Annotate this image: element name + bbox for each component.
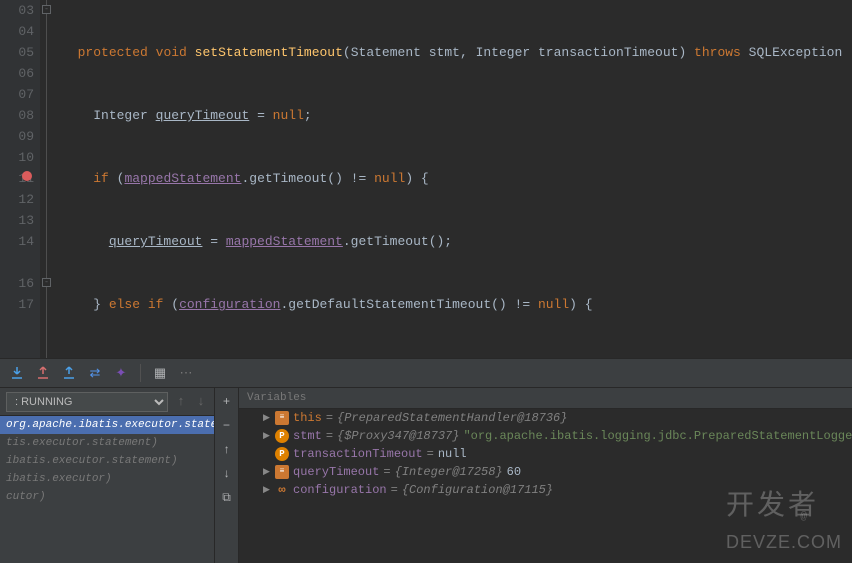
- param-type: Integer: [476, 45, 531, 60]
- copy-icon[interactable]: ⧉: [219, 490, 235, 506]
- var-value: 60: [507, 465, 521, 479]
- keyword: else: [109, 297, 140, 312]
- thread-selector[interactable]: : RUNNING: [6, 392, 168, 412]
- fold-column: - -: [40, 0, 54, 358]
- calculator-icon[interactable]: ▦: [149, 362, 171, 384]
- variable: queryTimeout: [156, 108, 250, 123]
- frame-item[interactable]: ibatis.executor): [0, 470, 214, 488]
- var-name: queryTimeout: [293, 465, 379, 479]
- expand-icon[interactable]: ▶: [263, 467, 271, 477]
- variable-row[interactable]: ▶ ≡ this = {PreparedStatementHandler@187…: [239, 409, 852, 427]
- keyword: null: [374, 171, 405, 186]
- fold-toggle[interactable]: -: [42, 278, 51, 287]
- var-name: stmt: [293, 429, 322, 443]
- down-icon[interactable]: ↓: [219, 466, 235, 482]
- breakpoint-icon[interactable]: [22, 171, 32, 181]
- param-badge-icon: P: [275, 429, 289, 443]
- frame-item[interactable]: org.apache.ibatis.executor.statement): [0, 416, 214, 434]
- field: mappedStatement: [124, 171, 241, 186]
- keyword: null: [538, 297, 569, 312]
- expand-icon[interactable]: ▶: [263, 485, 271, 495]
- var-value: null: [438, 447, 467, 461]
- add-watch-icon[interactable]: +: [219, 394, 235, 410]
- code-area[interactable]: protected void setStatementTimeout(State…: [54, 0, 852, 358]
- var-object: {Configuration@17115}: [402, 483, 553, 497]
- code-editor[interactable]: 03 04 05 06 07 08 09 10 11 12 13 14 16 1…: [0, 0, 852, 358]
- fold-toggle[interactable]: -: [42, 5, 51, 14]
- variables-panel: + − ↑ ↓ ⧉ Variables ▶ ≡ this = {Prepared…: [215, 388, 852, 563]
- keyword: void: [156, 45, 187, 60]
- var-object: {Integer@17258}: [395, 465, 503, 479]
- prev-frame-icon[interactable]: ↑: [174, 391, 188, 413]
- type: Integer: [93, 108, 148, 123]
- field: mappedStatement: [226, 234, 343, 249]
- step-over-icon[interactable]: [58, 362, 80, 384]
- param-name: transactionTimeout: [538, 45, 678, 60]
- param-type: Statement: [351, 45, 421, 60]
- var-name: this: [293, 411, 322, 425]
- local-badge-icon: ≡: [275, 465, 289, 479]
- variable-row[interactable]: P transactionTimeout = null: [239, 445, 852, 463]
- field: configuration: [179, 297, 280, 312]
- var-object: {$Proxy347@18737}: [337, 429, 459, 443]
- line-gutter: 03 04 05 06 07 08 09 10 11 12 13 14 16 1…: [0, 0, 40, 358]
- watch-icon[interactable]: ✦: [110, 362, 132, 384]
- keyword: if: [140, 297, 163, 312]
- var-name: transactionTimeout: [293, 447, 423, 461]
- expand-icon[interactable]: ▶: [263, 431, 271, 441]
- frame-item[interactable]: cutor): [0, 488, 214, 506]
- param-badge-icon: P: [275, 447, 289, 461]
- keyword: protected: [78, 45, 148, 60]
- more-icon[interactable]: ⋯: [175, 362, 197, 384]
- up-icon[interactable]: ↑: [219, 442, 235, 458]
- var-name: configuration: [293, 483, 387, 497]
- var-object: {PreparedStatementHandler@18736}: [337, 411, 567, 425]
- remove-watch-icon[interactable]: −: [219, 418, 235, 434]
- evaluate-icon[interactable]: ⇄: [84, 362, 106, 384]
- step-into-icon[interactable]: [6, 362, 28, 384]
- var-value: "org.apache.ibatis.logging.jdbc.Prepared…: [463, 429, 852, 443]
- frame-item[interactable]: tis.executor.statement): [0, 434, 214, 452]
- variable-row[interactable]: ▶ ≡ queryTimeout = {Integer@17258} 60: [239, 463, 852, 481]
- variables-title: Variables: [239, 388, 852, 409]
- variable-row[interactable]: ▶ ∞ configuration = {Configuration@17115…: [239, 481, 852, 499]
- this-badge-icon: ≡: [275, 411, 289, 425]
- exception-type: SQLException: [749, 45, 843, 60]
- step-out-icon[interactable]: [32, 362, 54, 384]
- keyword: throws: [694, 45, 741, 60]
- keyword: null: [273, 108, 304, 123]
- next-frame-icon[interactable]: ↓: [194, 391, 208, 413]
- method-name: setStatementTimeout: [195, 45, 343, 60]
- debug-toolbar: ⇄ ✦ ▦ ⋯: [0, 358, 852, 388]
- variable-row[interactable]: ▶ P stmt = {$Proxy347@18737} "org.apache…: [239, 427, 852, 445]
- frame-item[interactable]: ibatis.executor.statement): [0, 452, 214, 470]
- frames-list[interactable]: org.apache.ibatis.executor.statement) ti…: [0, 416, 214, 563]
- expand-icon[interactable]: ▶: [263, 413, 271, 423]
- frames-panel: : RUNNING ↑ ↓ org.apache.ibatis.executor…: [0, 388, 215, 563]
- debug-panel: : RUNNING ↑ ↓ org.apache.ibatis.executor…: [0, 388, 852, 563]
- variable: queryTimeout: [109, 234, 203, 249]
- keyword: if: [93, 171, 109, 186]
- field-badge-icon: ∞: [275, 483, 289, 497]
- param-name: stmt: [429, 45, 460, 60]
